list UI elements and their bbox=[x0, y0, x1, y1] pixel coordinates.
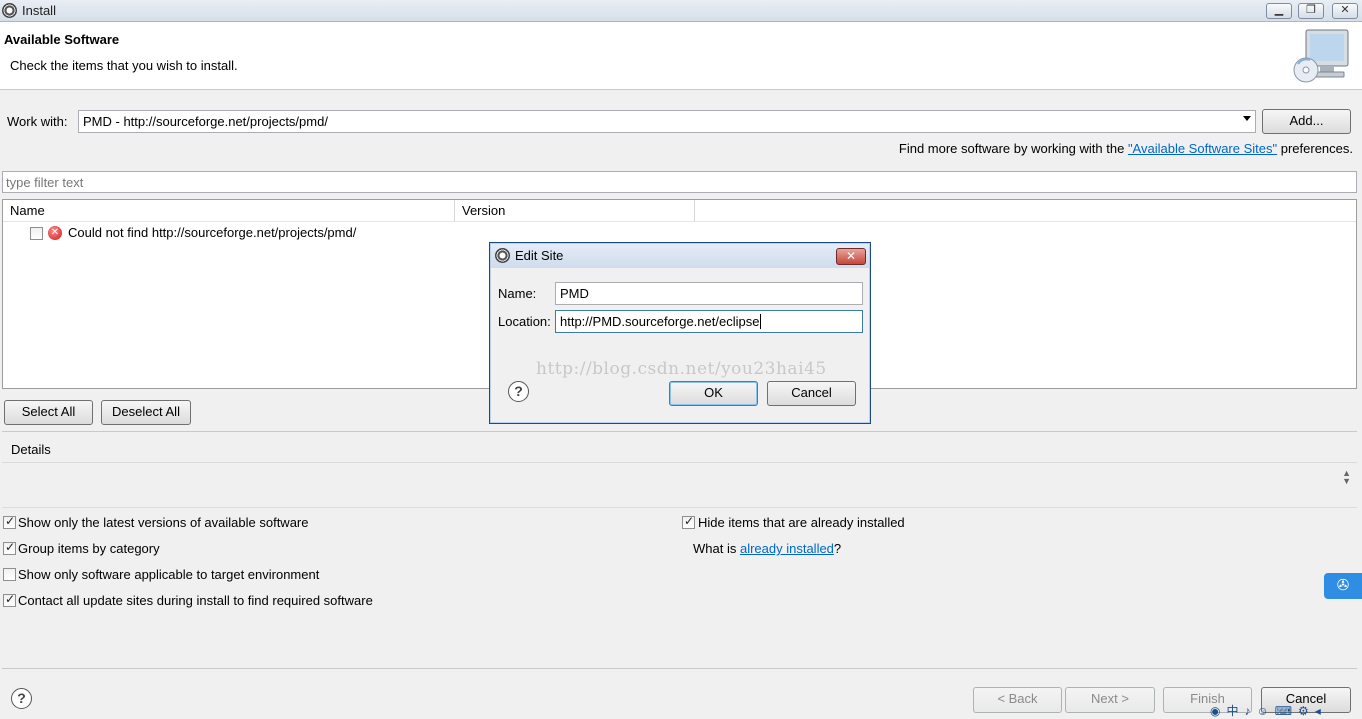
option-contact-sites[interactable]: Contact all update sites during install … bbox=[3, 592, 603, 609]
column-header-version[interactable]: Version bbox=[455, 200, 695, 222]
what-is-installed-text: What is already installed? bbox=[693, 541, 842, 556]
option-hide-installed[interactable]: Hide items that are already installed bbox=[682, 514, 1082, 531]
name-label: Name: bbox=[498, 286, 537, 301]
add-site-button[interactable]: Add... bbox=[1262, 109, 1351, 134]
location-field[interactable]: http://PMD.sourceforge.net/eclipse bbox=[555, 310, 863, 333]
close-button[interactable]: ✕ bbox=[1332, 3, 1358, 19]
filter-input[interactable]: type filter text bbox=[2, 171, 1357, 193]
latest-versions-checkbox[interactable] bbox=[3, 514, 16, 529]
option-target-environment[interactable]: Show only software applicable to target … bbox=[3, 567, 603, 583]
hide-installed-label: Hide items that are already installed bbox=[698, 515, 905, 530]
work-with-combo[interactable]: PMD - http://sourceforge.net/projects/pm… bbox=[78, 110, 1256, 133]
work-with-value: PMD - http://sourceforge.net/projects/pm… bbox=[83, 114, 328, 129]
back-button[interactable]: < Back bbox=[973, 687, 1062, 713]
details-text-area[interactable]: ▲ ▼ bbox=[2, 462, 1357, 506]
find-more-text: Find more software by working with the "… bbox=[898, 141, 1353, 156]
divider bbox=[2, 507, 1357, 508]
computer-install-icon bbox=[1293, 29, 1349, 83]
work-with-label: Work with: bbox=[7, 114, 68, 129]
spinner-arrows-icon[interactable]: ▲ ▼ bbox=[1342, 469, 1351, 486]
target-environment-label: Show only software applicable to target … bbox=[18, 567, 320, 582]
select-all-button[interactable]: Select All bbox=[4, 400, 93, 425]
available-software-sites-link[interactable]: "Available Software Sites" bbox=[1128, 141, 1277, 156]
watermark-text: http://blog.csdn.net/you23hai45 bbox=[536, 359, 827, 379]
minimize-button[interactable]: ▁ bbox=[1266, 3, 1292, 19]
table-row[interactable]: ✕ Could not find http://sourceforge.net/… bbox=[3, 224, 1356, 244]
maximize-button[interactable]: ❐ bbox=[1298, 3, 1324, 19]
ok-button[interactable]: OK bbox=[669, 381, 758, 406]
dialog-title-bar: Edit Site ✕ bbox=[491, 244, 869, 268]
details-label: Details bbox=[11, 442, 51, 457]
column-header-empty bbox=[695, 200, 1356, 222]
eclipse-icon bbox=[495, 248, 510, 263]
side-floating-button[interactable]: ✇ bbox=[1324, 573, 1362, 599]
edit-site-dialog: Edit Site ✕ Name: PMD Location: http://P… bbox=[489, 242, 871, 424]
dialog-help-icon[interactable]: ? bbox=[508, 381, 529, 402]
dialog-close-button[interactable]: ✕ bbox=[836, 248, 866, 265]
dropdown-arrow-icon[interactable] bbox=[1243, 116, 1251, 121]
location-label: Location: bbox=[498, 314, 551, 329]
option-group-by-category[interactable]: Group items by category bbox=[3, 540, 603, 557]
dialog-cancel-button[interactable]: Cancel bbox=[767, 381, 856, 406]
system-tray-icons: ◉中♪☺⌨⚙◂ bbox=[1210, 704, 1327, 718]
row-name: Could not find http://sourceforge.net/pr… bbox=[68, 225, 357, 240]
name-field[interactable]: PMD bbox=[555, 282, 863, 305]
page-title: Available Software bbox=[4, 32, 120, 47]
target-environment-checkbox[interactable] bbox=[3, 568, 16, 581]
group-by-category-checkbox[interactable] bbox=[3, 540, 16, 555]
divider bbox=[2, 668, 1357, 669]
divider bbox=[2, 431, 1357, 432]
hide-installed-checkbox[interactable] bbox=[682, 514, 695, 529]
deselect-all-button[interactable]: Deselect All bbox=[101, 400, 191, 425]
next-button[interactable]: Next > bbox=[1065, 687, 1155, 713]
contact-sites-checkbox[interactable] bbox=[3, 592, 16, 607]
title-bar: Install ▁ ❐ ✕ bbox=[0, 0, 1362, 22]
column-header-name[interactable]: Name bbox=[3, 200, 455, 222]
dialog-title: Edit Site bbox=[515, 248, 564, 263]
eclipse-icon bbox=[2, 3, 17, 18]
row-checkbox[interactable] bbox=[30, 227, 43, 240]
page-subtitle: Check the items that you wish to install… bbox=[10, 58, 238, 73]
group-by-category-label: Group items by category bbox=[18, 541, 160, 556]
latest-versions-label: Show only the latest versions of availab… bbox=[18, 515, 309, 530]
already-installed-link[interactable]: already installed bbox=[740, 541, 834, 556]
window-title: Install bbox=[22, 3, 56, 18]
option-latest-versions[interactable]: Show only the latest versions of availab… bbox=[3, 514, 603, 531]
error-icon: ✕ bbox=[48, 226, 62, 240]
contact-sites-label: Contact all update sites during install … bbox=[18, 593, 373, 608]
wizard-header: Available Software Check the items that … bbox=[0, 22, 1362, 90]
help-icon[interactable]: ? bbox=[11, 688, 32, 709]
text-cursor bbox=[760, 314, 762, 329]
